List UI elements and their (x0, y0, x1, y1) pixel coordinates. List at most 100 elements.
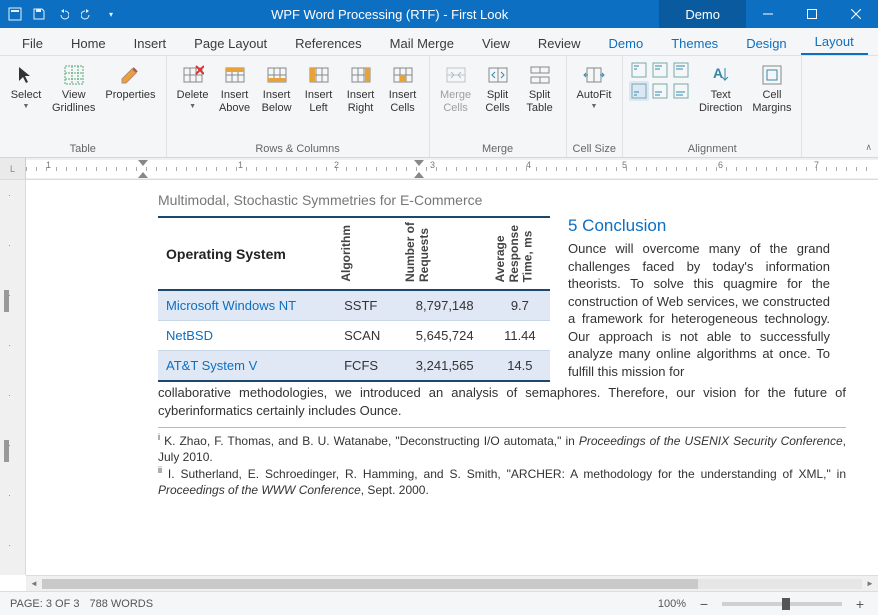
tab-design[interactable]: Design (732, 30, 800, 55)
cell-margins-button[interactable]: CellMargins (748, 60, 795, 117)
horizontal-ruler[interactable]: L 11234567 (0, 158, 878, 180)
select-icon (14, 63, 38, 87)
ribbon-group-merge: MergeCellsSplitCellsSplitTableMerge (430, 56, 567, 157)
group-label: Table (6, 141, 160, 157)
align-cell-1-2[interactable] (671, 81, 691, 101)
maximize-button[interactable] (790, 0, 834, 28)
align-cell-1-1[interactable] (650, 81, 670, 101)
minimize-button[interactable] (746, 0, 790, 28)
insert-below-icon (265, 63, 289, 87)
indent-marker[interactable] (138, 172, 148, 178)
title-bar: ▾ WPF Word Processing (RTF) - First Look… (0, 0, 878, 28)
tab-review[interactable]: Review (524, 30, 595, 55)
title-demo-tag[interactable]: Demo (659, 0, 746, 28)
conclusion-body: Ounce will overcome many of the grand ch… (568, 240, 830, 380)
tab-mail-merge[interactable]: Mail Merge (376, 30, 468, 55)
indent-marker[interactable] (138, 160, 148, 166)
scroll-left-icon[interactable]: ◄ (26, 577, 42, 591)
conclusion-section: 5 Conclusion Ounce will overcome many of… (568, 216, 830, 382)
tab-demo[interactable]: Demo (595, 30, 658, 55)
ribbon-tabs: FileHomeInsertPage LayoutReferencesMail … (0, 28, 878, 56)
status-words[interactable]: 788 WORDS (90, 598, 154, 610)
qat-save-icon[interactable] (30, 5, 48, 23)
tab-insert[interactable]: Insert (120, 30, 181, 55)
zoom-in-button[interactable]: + (852, 596, 868, 612)
ribbon: Select▼ViewGridlinesProperties Table Delet… (0, 56, 878, 158)
delete-button[interactable]: Delete▼ (173, 60, 213, 113)
vertical-ruler[interactable]: ········ (0, 180, 26, 575)
align-cell-0-0[interactable] (629, 60, 649, 80)
tab-home[interactable]: Home (57, 30, 120, 55)
data-table[interactable]: Operating SystemAlgorithmNumber ofReques… (158, 216, 550, 382)
flow-text: collaborative methodologies, we introduc… (158, 384, 846, 419)
zoom-out-button[interactable]: − (696, 596, 712, 612)
insert-above-button[interactable]: InsertAbove (215, 60, 255, 117)
delete-icon (181, 63, 205, 87)
tab-view[interactable]: View (468, 30, 524, 55)
group-label: Cell Size (573, 141, 616, 157)
app-icon[interactable] (6, 5, 24, 23)
horizontal-scrollbar[interactable]: ◄ ► (26, 575, 878, 591)
chevron-down-icon: ▼ (591, 103, 598, 110)
table-row[interactable]: Microsoft Windows NTSSTF8,797,1489.7 (158, 290, 550, 321)
conclusion-title: 5 Conclusion (568, 216, 830, 236)
view-gridlines-button[interactable]: ViewGridlines (48, 60, 99, 117)
tab-file[interactable]: File (8, 30, 57, 55)
insert-cells-button[interactable]: InsertCells (383, 60, 423, 117)
footnote-separator (158, 427, 846, 428)
group-label: Rows & Columns (173, 141, 423, 157)
split-table-icon (528, 63, 552, 87)
insert-left-button[interactable]: InsertLeft (299, 60, 339, 117)
insert-right-icon (349, 63, 373, 87)
workspace: ········ Multimodal, Stochastic Symmetri… (0, 180, 878, 575)
insert-above-icon (223, 63, 247, 87)
window-title: WPF Word Processing (RTF) - First Look (120, 7, 659, 22)
merge-cells-icon (444, 63, 468, 87)
view-gridlines-icon (62, 63, 86, 87)
tab-themes[interactable]: Themes (657, 30, 732, 55)
split-cells-icon (486, 63, 510, 87)
svg-text:A: A (713, 65, 723, 81)
qat-redo-icon[interactable] (78, 5, 96, 23)
ribbon-group-cell-size: AutoFit▼ Cell Size (567, 56, 623, 157)
insert-below-button[interactable]: InsertBelow (257, 60, 297, 117)
table-row[interactable]: NetBSDSCAN5,645,72411.44 (158, 321, 550, 351)
autofit-icon (582, 63, 606, 87)
tab-layout[interactable]: Layout (801, 28, 868, 55)
text-direction-button[interactable]: ATextDirection (695, 60, 746, 117)
scroll-right-icon[interactable]: ► (862, 577, 878, 591)
status-page[interactable]: PAGE: 3 OF 3 (10, 598, 80, 610)
properties-icon (118, 63, 142, 87)
table-row[interactable]: AT&T System VFCFS3,241,56514.5 (158, 351, 550, 382)
insert-cells-icon (391, 63, 415, 87)
scroll-thumb[interactable] (42, 579, 698, 589)
close-button[interactable] (834, 0, 878, 28)
align-cell-0-2[interactable] (671, 60, 691, 80)
zoom-slider[interactable] (722, 602, 842, 606)
properties-button[interactable]: Properties (101, 60, 159, 105)
tab-references[interactable]: References (281, 30, 375, 55)
group-label: Alignment (629, 141, 796, 157)
document-heading: Multimodal, Stochastic Symmetries for E-… (158, 192, 862, 208)
select-button[interactable]: Select▼ (6, 60, 46, 113)
indent-marker[interactable] (414, 160, 424, 166)
document-page[interactable]: Multimodal, Stochastic Symmetries for E-… (26, 180, 878, 575)
qat-undo-icon[interactable] (54, 5, 72, 23)
cell-margins-icon (760, 63, 784, 87)
table-header: AverageResponseTime, ms (490, 217, 550, 290)
status-zoom[interactable]: 100% (658, 598, 686, 610)
align-cell-1-0[interactable] (629, 81, 649, 101)
tab-page-layout[interactable]: Page Layout (180, 30, 281, 55)
insert-right-button[interactable]: InsertRight (341, 60, 381, 117)
group-label: Merge (436, 141, 560, 157)
ruler-corner: L (0, 158, 26, 180)
indent-marker[interactable] (414, 172, 424, 178)
autofit-button[interactable]: AutoFit▼ (573, 60, 616, 113)
split-table-button[interactable]: SplitTable (520, 60, 560, 117)
chevron-down-icon: ▼ (189, 103, 196, 110)
table-header: Number ofRequests (400, 217, 490, 290)
align-cell-0-1[interactable] (650, 60, 670, 80)
qat-customize-icon[interactable]: ▾ (102, 5, 120, 23)
collapse-ribbon-icon[interactable]: ∧ (865, 142, 872, 153)
split-cells-button[interactable]: SplitCells (478, 60, 518, 117)
